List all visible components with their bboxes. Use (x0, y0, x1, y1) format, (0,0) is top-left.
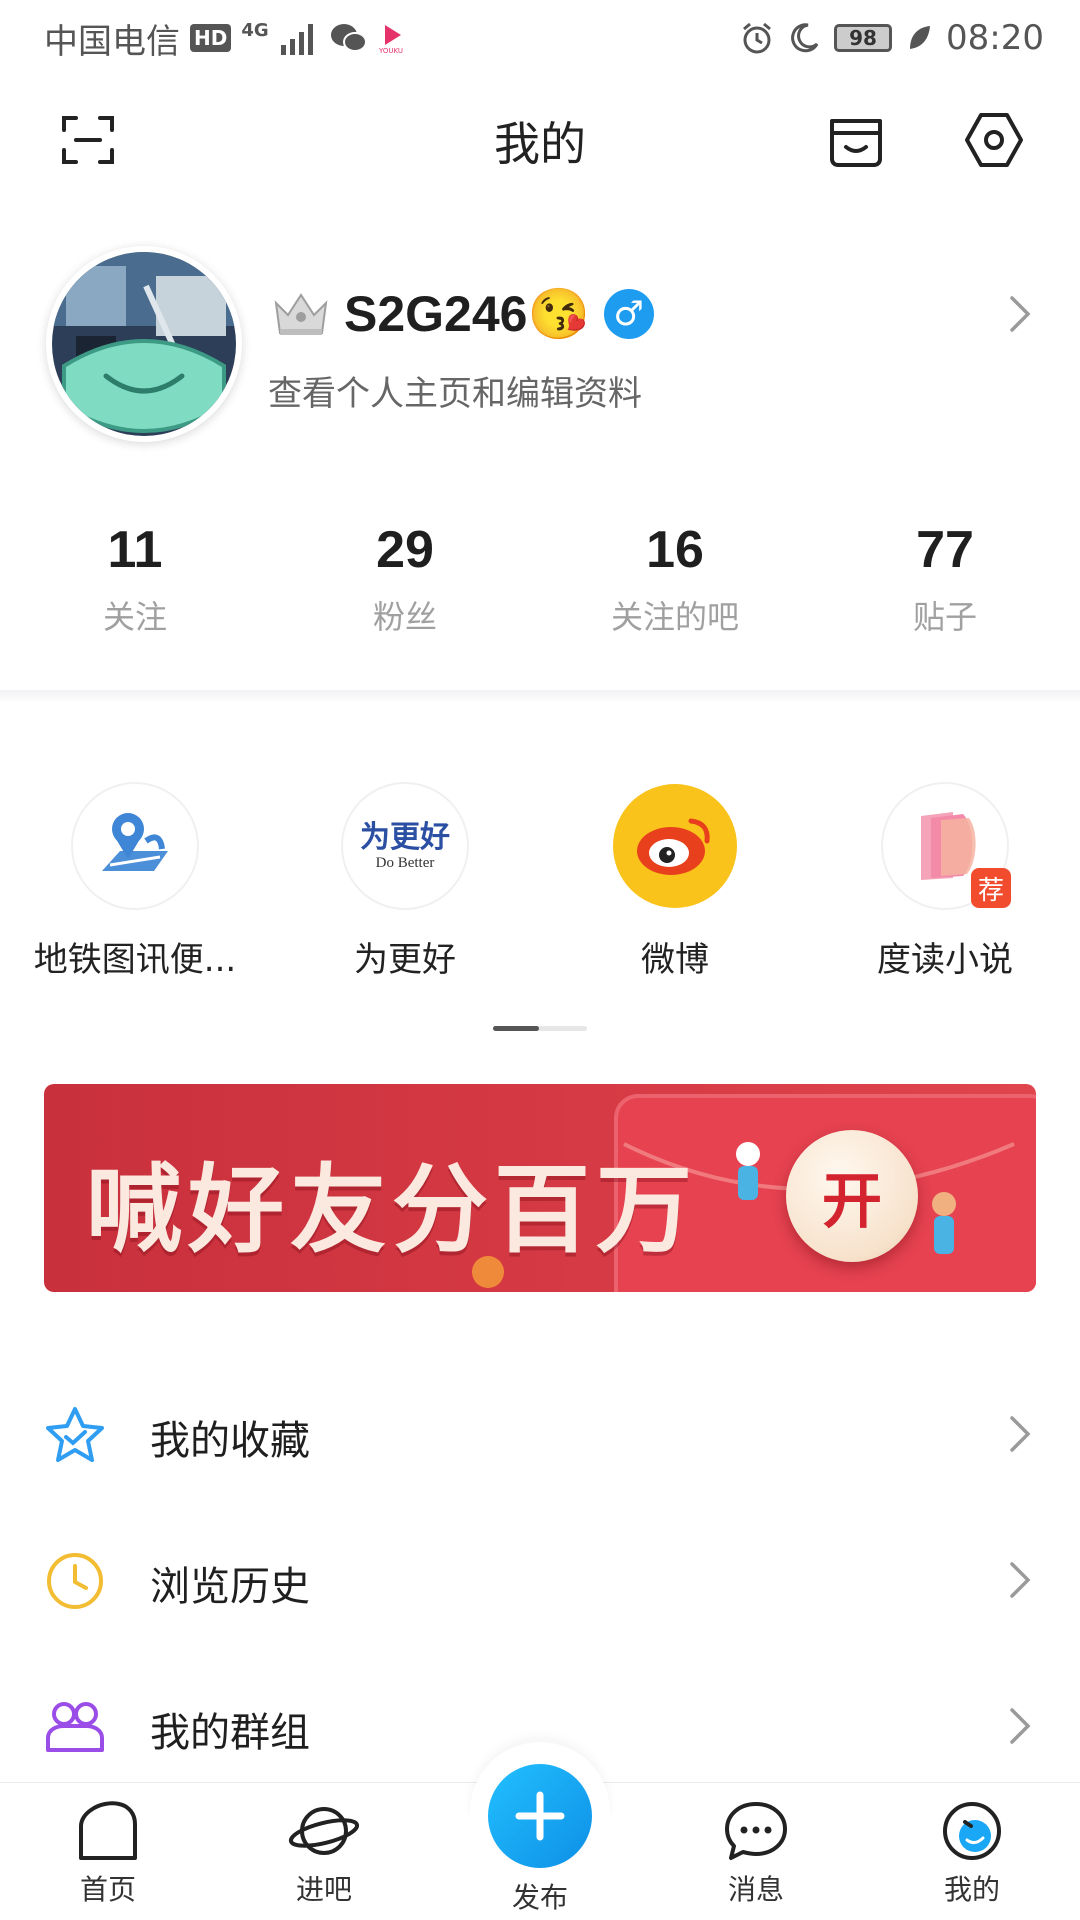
username-row[interactable]: S2G246😘 ♂ (272, 282, 654, 346)
top-header: 我的 (0, 90, 1080, 190)
battery-indicator: 98 (834, 24, 893, 52)
map-pin-icon (73, 784, 197, 908)
moon-icon (791, 23, 819, 53)
stat-label: 粉丝 (372, 598, 437, 636)
publish-button[interactable] (488, 1764, 592, 1868)
wechat-icon (330, 24, 367, 52)
stats-bar: 11 关注 29 粉丝 16 关注的吧 77 贴子 (0, 520, 1080, 650)
menu-label: 我的收藏 (150, 1418, 310, 1464)
leaf-icon (910, 26, 931, 49)
avatar-image (52, 252, 236, 436)
mini-apps-row: 地铁图讯便... 为更好 Do Better 为更好 微博 荐 度读小说 (0, 784, 1080, 984)
open-button[interactable]: 开 (786, 1130, 918, 1262)
app-label: 地铁图讯便... (33, 940, 237, 980)
nav-home[interactable]: 首页 (48, 1800, 168, 1908)
stat-value: 16 (646, 521, 704, 579)
menu-item-favorites[interactable]: 我的收藏 (0, 1374, 1080, 1494)
gender-male-icon: ♂ (603, 289, 654, 339)
home-icon (79, 1801, 137, 1860)
nav-label: 我的 (943, 1873, 1000, 1906)
stat-label: 关注 (102, 598, 167, 636)
app-label: 度读小说 (877, 940, 1013, 980)
nav-label: 进吧 (295, 1873, 352, 1906)
clock-time: 08:20 (946, 18, 1044, 58)
status-bar-left: 中国电信 HD 4G YOUKU (44, 14, 407, 62)
settings-icon (965, 113, 1023, 167)
book-icon: 荐 (883, 784, 1011, 908)
settings-button[interactable] (958, 104, 1030, 176)
signal-icon (280, 24, 313, 55)
app-metro-map[interactable]: 地铁图讯便... (0, 784, 270, 984)
menu-item-history[interactable]: 浏览历史 (0, 1520, 1080, 1640)
page-indicator (493, 1026, 587, 1031)
do-better-logo: 为更好 Do Better (343, 784, 467, 908)
stat-value: 29 (376, 521, 434, 579)
status-bar: 中国电信 HD 4G YOUKU 98 08:20 (0, 0, 1080, 76)
nav-label: 首页 (79, 1873, 136, 1906)
stat-label: 关注的吧 (610, 598, 739, 636)
profile-face-icon (943, 1802, 1001, 1860)
planet-icon (288, 1807, 360, 1855)
app-weibo[interactable]: 微博 (540, 784, 810, 984)
nav-mine[interactable]: 我的 (912, 1800, 1032, 1908)
stat-value: 77 (916, 521, 974, 579)
network-type: 4G (241, 19, 269, 41)
status-bar-right: 98 08:20 (740, 14, 1044, 62)
logo-subtext: Do Better (375, 854, 435, 871)
stat-value: 11 (107, 521, 163, 579)
banner-title: 喊好友分百万 (86, 1154, 698, 1266)
chevron-right-icon (1000, 1560, 1040, 1600)
recommend-badge: 荐 (971, 868, 1011, 908)
nav-messages[interactable]: 消息 (696, 1800, 816, 1908)
view-profile-link[interactable]: 查看个人主页和编辑资料 (268, 366, 642, 415)
nav-explore[interactable]: 进吧 (264, 1800, 384, 1908)
stat-label: 贴子 (912, 598, 977, 636)
nav-label: 消息 (727, 1873, 784, 1906)
clock-icon (44, 1550, 106, 1612)
alarm-icon (743, 22, 771, 54)
chat-bubble-icon (725, 1802, 787, 1860)
chevron-right-icon (1000, 1706, 1040, 1746)
youku-icon: YOUKU (378, 25, 403, 55)
app-dudu-novel[interactable]: 荐 度读小说 (810, 784, 1080, 984)
promo-banner[interactable]: 喊好友分百万 开 (44, 1084, 1036, 1292)
app-label: 为更好 (354, 940, 456, 980)
stat-followers[interactable]: 29 粉丝 (270, 520, 540, 650)
stat-followed-bars[interactable]: 16 关注的吧 (540, 520, 810, 650)
stat-following[interactable]: 11 关注 (0, 520, 270, 650)
my-profile-page: 中国电信 HD 4G YOUKU 98 08:20 我的 S2G246😘 ♂ 查… (0, 0, 1080, 1920)
plus-icon (515, 1791, 565, 1841)
hd-badge: HD (190, 24, 232, 52)
app-label: 微博 (641, 940, 709, 980)
section-divider (0, 690, 1080, 704)
carrier-name: 中国电信 (44, 21, 180, 62)
crown-icon (274, 293, 328, 335)
profile-chevron-icon[interactable] (1000, 294, 1040, 334)
group-icon (44, 1696, 106, 1758)
svg-text:YOUKU: YOUKU (378, 47, 403, 55)
menu-label: 浏览历史 (150, 1564, 310, 1610)
avatar[interactable] (46, 246, 242, 442)
star-icon (44, 1404, 106, 1466)
stat-posts[interactable]: 77 贴子 (810, 520, 1080, 650)
logo-text: 为更好 (360, 819, 450, 855)
publish-label: 发布 (511, 1881, 568, 1914)
weibo-icon (613, 784, 737, 908)
shop-icon (830, 119, 882, 167)
menu-label: 我的群组 (150, 1710, 310, 1756)
page-indicator-active (493, 1026, 539, 1031)
username: S2G246😘 (344, 285, 590, 342)
app-do-better[interactable]: 为更好 Do Better 为更好 (270, 784, 540, 984)
chevron-right-icon (1000, 1414, 1040, 1454)
shop-button[interactable] (820, 104, 892, 176)
page-title: 我的 (494, 117, 586, 171)
